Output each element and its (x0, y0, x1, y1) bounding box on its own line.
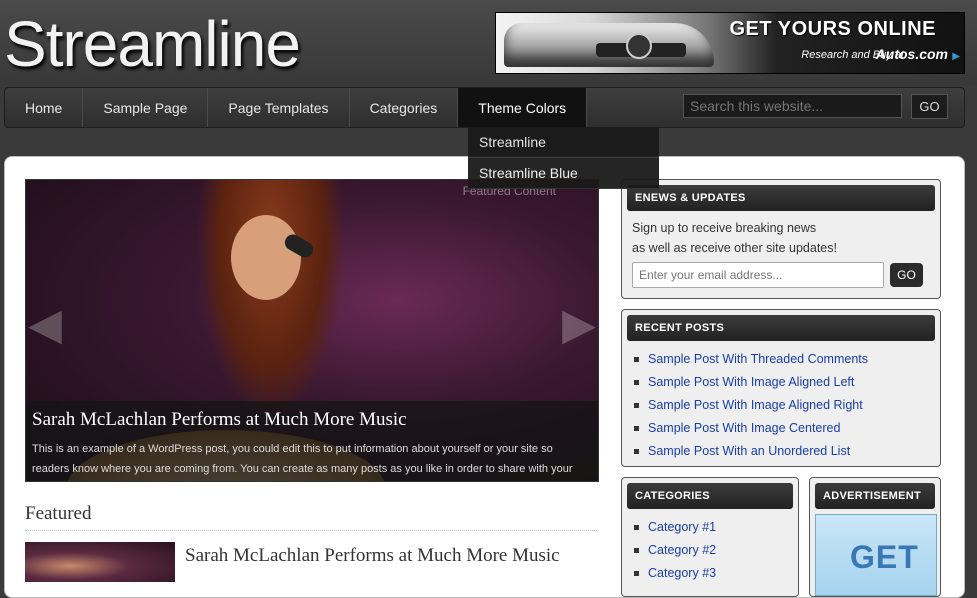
ad-text: GET (850, 539, 919, 575)
categories-list: Category #1 Category #2 Category #3 (632, 516, 716, 585)
search-button[interactable]: GO (911, 94, 948, 119)
slider-prev-icon[interactable]: ◀ (28, 300, 68, 350)
site-logo[interactable]: Streamline (4, 4, 301, 84)
list-item[interactable]: Category #3 (632, 562, 716, 585)
nav-item-page-templates[interactable]: Page Templates (208, 88, 350, 127)
recent-posts-list: Sample Post With Threaded Comments Sampl… (632, 348, 868, 463)
nav-item-theme-colors[interactable]: Theme Colors (458, 88, 588, 127)
list-item[interactable]: Category #1 (632, 516, 716, 539)
car-emblem-icon (626, 33, 652, 59)
enews-go-button[interactable]: GO (890, 263, 923, 287)
advertisement-widget: ADVERTISEMENT GET (809, 477, 941, 597)
list-item[interactable]: Sample Post With Threaded Comments (632, 348, 868, 371)
slider-next-icon[interactable]: ▶ (556, 300, 596, 350)
list-item[interactable]: Category #2 (632, 539, 716, 562)
enews-widget: ENEWS & UPDATES Sign up to receive break… (621, 179, 941, 299)
ad-image[interactable]: GET (815, 514, 937, 596)
categories-widget: CATEGORIES Category #1 Category #2 Categ… (621, 477, 799, 597)
header-banner-ad[interactable]: GET YOURS ONLINE Research and Buy at Aut… (495, 12, 965, 74)
featured-post-thumbnail[interactable] (25, 542, 175, 582)
list-item[interactable]: Sample Post With an Unordered List (632, 440, 868, 463)
enews-heading: ENEWS & UPDATES (627, 185, 935, 211)
enews-line-2: as well as receive other site updates! (632, 241, 837, 255)
email-field[interactable] (632, 262, 884, 288)
dropdown-item-streamline-blue[interactable]: Streamline Blue (468, 158, 659, 189)
recent-posts-heading: RECENT POSTS (627, 315, 935, 341)
featured-post-title[interactable]: Sarah McLachlan Performs at Much More Mu… (185, 545, 560, 567)
banner-title: GET YOURS ONLINE (729, 18, 936, 40)
featured-slider[interactable]: Featured Content ◀ ▶ Sarah McLachlan Per… (25, 179, 599, 482)
list-item[interactable]: Sample Post With Image Centered (632, 417, 868, 440)
enews-description: Sign up to receive breaking news as well… (632, 218, 837, 258)
search-input[interactable] (683, 94, 902, 118)
recent-posts-widget: RECENT POSTS Sample Post With Threaded C… (621, 309, 941, 467)
slider-face (231, 215, 301, 300)
list-item[interactable]: Sample Post With Image Aligned Left (632, 371, 868, 394)
nav-item-categories[interactable]: Categories (350, 88, 459, 127)
nav-item-sample-page[interactable]: Sample Page (83, 88, 209, 127)
categories-heading: CATEGORIES (627, 483, 793, 509)
featured-heading: Featured (25, 503, 92, 524)
featured-divider (25, 530, 597, 531)
slider-caption: Sarah McLachlan Performs at Much More Mu… (26, 401, 598, 481)
slider-text: This is an example of a WordPress post, … (32, 443, 573, 475)
nav-item-home[interactable]: Home (5, 88, 84, 127)
list-item[interactable]: Sample Post With Image Aligned Right (632, 394, 868, 417)
dropdown-item-streamline[interactable]: Streamline (468, 127, 659, 158)
slider-title[interactable]: Sarah McLachlan Performs at Much More Mu… (32, 409, 407, 431)
banner-arrow-icon: ▶ (952, 51, 960, 62)
site-header: Streamline GET YOURS ONLINE Research and… (0, 0, 977, 86)
advertisement-heading: ADVERTISEMENT (815, 483, 935, 509)
banner-brand: Autos.com (875, 46, 948, 62)
theme-colors-dropdown: Streamline Streamline Blue (468, 127, 659, 189)
enews-line-1: Sign up to receive breaking news (632, 221, 817, 235)
